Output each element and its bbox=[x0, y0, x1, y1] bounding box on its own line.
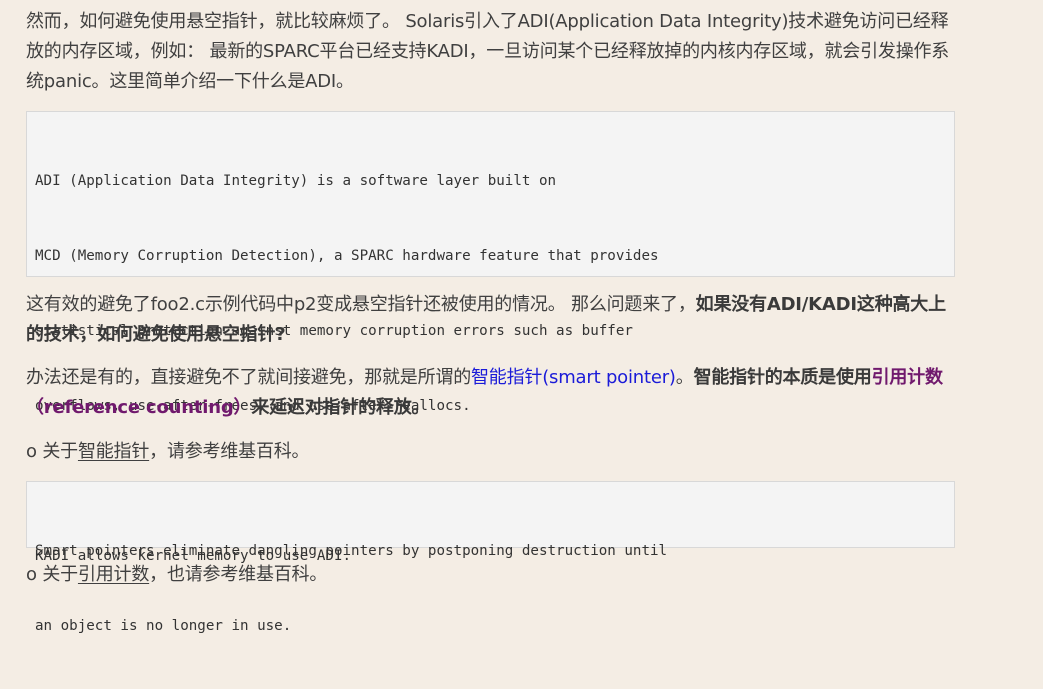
intro-paragraph: 然而，如何避免使用悬空指针，就比较麻烦了。 Solaris引入了ADI(Appl… bbox=[26, 11, 950, 92]
smart-pointer-paragraph: 办法还是有的，直接避免不了就间接避免，那就是所谓的智能指针(smart poin… bbox=[26, 363, 957, 423]
question-paragraph: 这有效的避免了foo2.c示例代码中p2变成悬空指针还被使用的情况。 那么问题来… bbox=[26, 290, 957, 350]
solution-text: 办法还是有的，直接避免不了就间接避免，那就是所谓的 bbox=[26, 367, 471, 388]
smart-pointer-code-block: Smart pointers eliminate dangling pointe… bbox=[26, 481, 955, 634]
question-text: 这有效的避免了foo2.c示例代码中p2变成悬空指针还被使用的情况。 那么问题来… bbox=[26, 294, 696, 315]
bullet-smart-pointer: o 关于智能指针，请参考维基百科。 bbox=[26, 437, 957, 467]
bullet-suffix: ，也请参考维基百科。 bbox=[149, 564, 328, 585]
essence-bold-text: 智能指针的本质是使用 bbox=[693, 367, 872, 388]
period-text: 。 bbox=[675, 367, 694, 388]
code-line: ADI (Application Data Integrity) is a so… bbox=[35, 173, 557, 189]
reference-counting-wiki-link[interactable]: 引用计数 bbox=[78, 564, 149, 585]
code-line: MCD (Memory Corruption Detection), a SPA… bbox=[35, 248, 659, 264]
bullet-prefix: o 关于 bbox=[26, 564, 78, 585]
bullet-suffix: ，请参考维基百科。 bbox=[149, 441, 310, 462]
code-line: an object is no longer in use. bbox=[35, 618, 292, 634]
delay-release-bold-text: 来延迟对指针的释放。 bbox=[251, 397, 430, 418]
adi-code-block: ADI (Application Data Integrity) is a so… bbox=[26, 111, 955, 564]
bullet-reference-counting: o 关于引用计数，也请参考维基百科。 bbox=[26, 560, 957, 590]
smart-pointer-link[interactable]: 智能指针(smart pointer) bbox=[471, 367, 676, 388]
smart-pointer-wiki-link[interactable]: 智能指针 bbox=[78, 441, 149, 462]
bullet-prefix: o 关于 bbox=[26, 441, 78, 462]
